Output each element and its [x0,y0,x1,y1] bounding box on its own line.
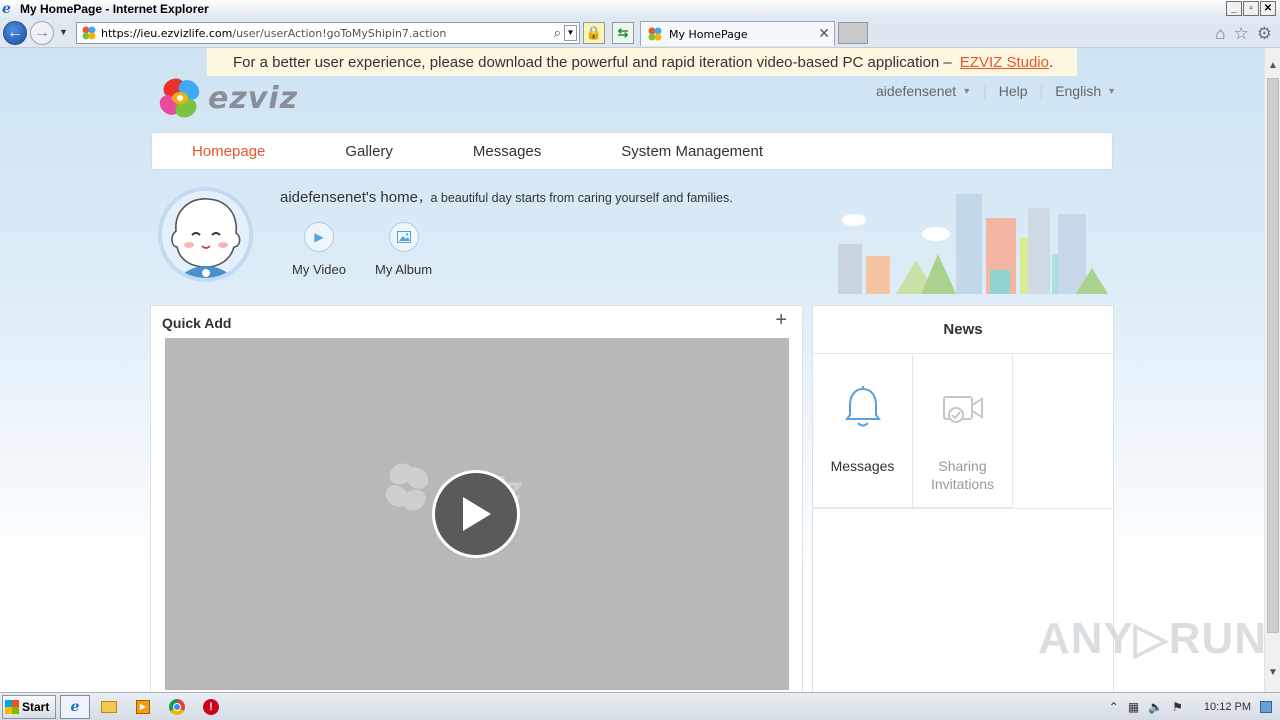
ezviz-flower-icon [159,78,200,118]
sharing-label-line2: Invitations [930,476,995,492]
search-icon[interactable]: ⌕ [554,25,561,41]
quick-add-title: Quick Add [162,315,232,331]
my-video-label: My Video [292,262,346,277]
vertical-scrollbar[interactable]: ▲ ▼ [1264,48,1280,692]
city-skyline-illustration [838,194,1108,294]
taskbar-stop-icon[interactable]: ! [196,695,226,719]
language-chevron-down-icon[interactable]: ▼ [1107,86,1116,96]
bell-icon [845,386,881,427]
news-sharing-invitations[interactable]: Sharing Invitations [913,355,1013,508]
scroll-up-icon[interactable]: ▲ [1268,60,1278,71]
show-desktop-button[interactable] [1260,701,1272,713]
window-title: My HomePage - Internet Explorer [20,2,209,16]
taskbar-chrome-icon[interactable] [162,695,192,719]
messages-label: Messages [830,458,895,474]
refresh-icon[interactable]: ⇆ [612,22,634,44]
address-bar[interactable]: https://ieu.ezvizlife.com/user/userActio… [76,22,580,44]
user-chevron-down-icon[interactable]: ▼ [962,86,971,96]
main-navigation: Homepage Gallery Messages System Managem… [151,132,1113,170]
help-link[interactable]: Help [999,83,1028,99]
taskbar-media-player-icon[interactable]: ▶ [128,695,158,719]
taskbar-explorer-icon[interactable] [94,695,124,719]
address-url: https://ieu.ezvizlife.com/user/userActio… [101,26,447,40]
image-icon [388,222,419,252]
separator: | [1039,83,1044,99]
ezviz-flower-watermark-icon [385,463,429,511]
page-viewport: For a better user experience, please dow… [0,48,1264,692]
notice-period: . [1048,53,1054,71]
lock-icon[interactable]: 🔒 [583,22,605,44]
home-icon[interactable]: ⌂ [1215,24,1225,44]
taskbar-ie-icon[interactable]: e [60,694,90,719]
system-tray: ⌃ ▦ 🔈 ⚑ 10:12 PM [1109,693,1280,720]
my-video-button[interactable]: ▶ My Video [292,222,346,277]
tray-expand-icon[interactable]: ⌃ [1109,700,1119,714]
sharing-label-line1: Sharing [938,458,987,474]
history-dropdown-icon[interactable]: ▼ [59,27,68,37]
forward-button[interactable]: → [30,21,54,45]
browser-tab[interactable]: My HomePage ✕ [640,21,835,46]
avatar[interactable] [158,187,253,282]
tab-favicon-icon [648,27,662,41]
my-album-button[interactable]: My Album [375,222,432,277]
nav-system-management[interactable]: System Management [621,143,763,160]
nav-homepage[interactable]: Homepage [192,143,265,160]
play-icon [463,497,491,531]
news-title: News [813,306,1113,354]
window-controls: _ ▫ ✕ [1226,1,1276,16]
browser-toolbar: ← → ▼ https://ieu.ezvizlife.com/user/use… [0,18,1280,48]
home-tagline: ，a beautiful day starts from caring your… [417,191,733,205]
account-links: aidefensenet ▼ | Help | English ▼ [876,83,1116,99]
my-album-label: My Album [375,262,433,277]
site-favicon-icon [82,26,96,40]
ezviz-studio-link[interactable]: EZVIZ Studio [960,54,1049,71]
play-circle-icon: ▶ [303,222,334,252]
address-dropdown-icon[interactable]: ▼ [564,25,577,41]
action-center-flag-icon[interactable]: ⚑ [1172,700,1183,714]
new-tab-button[interactable] [838,22,868,44]
windows-taskbar: Start e ▶ ! ⌃ ▦ 🔈 ⚑ 10:12 PM [0,692,1280,720]
sharing-invitations-label: Sharing Invitations [913,457,1012,493]
baby-avatar-icon [162,191,249,278]
back-button[interactable]: ← [3,21,27,45]
nav-messages[interactable]: Messages [473,143,541,160]
clock[interactable]: 10:12 PM [1204,701,1251,713]
logo-wordmark: ezviz [208,80,299,116]
window-title-bar: e My HomePage - Internet Explorer _ ▫ ✕ [0,0,1280,18]
notice-text: For a better user experience, please dow… [233,53,952,71]
scroll-down-icon[interactable]: ▼ [1268,667,1278,678]
start-label: Start [22,699,50,714]
play-button[interactable] [432,470,520,558]
minimize-button[interactable]: _ [1226,1,1242,16]
settings-gear-icon[interactable]: ⚙ [1257,24,1272,44]
home-greeting: aidefensenet's home，a beautiful day star… [280,187,733,206]
windows-flag-icon [5,699,19,714]
quick-add-panel: Quick Add + ezviz [150,305,803,692]
volume-icon[interactable]: 🔈 [1148,700,1163,714]
nav-gallery[interactable]: Gallery [345,143,393,160]
news-divider [813,508,1113,509]
camera-share-icon [943,396,983,423]
home-title: aidefensenet's home [280,189,418,206]
close-button[interactable]: ✕ [1260,1,1276,16]
start-button[interactable]: Start [2,694,56,719]
download-notice-banner: For a better user experience, please dow… [207,48,1077,76]
separator: | [983,83,987,99]
add-device-button[interactable]: + [775,309,787,332]
anyrun-watermark: ANY▷RUN [1038,614,1264,663]
username-menu[interactable]: aidefensenet [876,83,956,99]
ie-logo-icon: e [2,1,11,17]
tab-title: My HomePage [669,27,748,41]
network-icon[interactable]: ▦ [1128,700,1139,714]
language-menu[interactable]: English [1055,83,1101,99]
tab-close-icon[interactable]: ✕ [818,25,830,42]
news-messages[interactable]: Messages [813,355,913,508]
scrollbar-thumb[interactable] [1267,78,1279,633]
favorites-star-icon[interactable]: ☆ [1234,24,1249,44]
restore-button[interactable]: ▫ [1243,1,1259,16]
browser-tools: ⌂ ☆ ⚙ [1215,24,1272,44]
video-player[interactable]: ezviz [165,338,789,690]
ezviz-logo[interactable]: ezviz [156,74,298,122]
